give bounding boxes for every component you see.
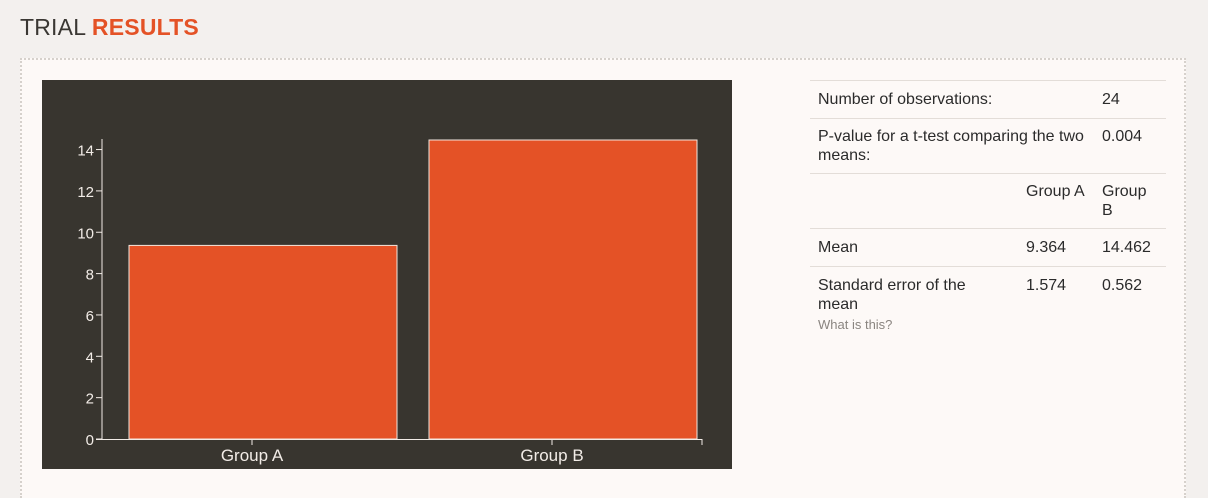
se-row: Standard error of the mean What is this?… bbox=[810, 266, 1166, 339]
group-header-row: Group A Group B bbox=[810, 173, 1166, 228]
x-tick-label: Group B bbox=[520, 446, 583, 465]
se-label: Standard error of the mean bbox=[818, 277, 966, 313]
mean-row: Mean 9.364 14.462 bbox=[810, 228, 1166, 266]
pvalue-value: 0.004 bbox=[1102, 128, 1143, 145]
se-group-b: 0.562 bbox=[1102, 277, 1143, 294]
mean-label: Mean bbox=[818, 239, 859, 256]
bar-chart: 0 2 4 6 8 10 12 14 Group A Group B bbox=[42, 80, 732, 469]
y-tick-label: 0 bbox=[86, 432, 94, 449]
y-tick-label: 4 bbox=[86, 349, 94, 366]
mean-group-b: 14.462 bbox=[1102, 239, 1151, 256]
mean-group-a: 9.364 bbox=[1026, 239, 1067, 256]
page-title-plain: TRIAL bbox=[20, 14, 86, 40]
y-tick-label: 6 bbox=[86, 308, 94, 325]
group-a-header: Group A bbox=[1026, 183, 1085, 200]
pvalue-label: P-value for a t-test comparing the two m… bbox=[818, 128, 1084, 164]
se-label-cell: Standard error of the mean What is this? bbox=[810, 276, 1018, 333]
group-header-spacer bbox=[810, 182, 1018, 220]
stats-table: Number of observations: 24 P-value for a… bbox=[810, 80, 1166, 339]
page-title-accent: RESULTS bbox=[91, 14, 199, 40]
observations-value: 24 bbox=[1102, 91, 1120, 108]
bar-chart-svg: 0 2 4 6 8 10 12 14 Group A Group B bbox=[77, 139, 703, 465]
y-tick-label: 10 bbox=[77, 225, 94, 242]
se-group-a: 1.574 bbox=[1026, 277, 1067, 294]
bar-group-b bbox=[428, 139, 698, 440]
observations-row: Number of observations: 24 bbox=[810, 80, 1166, 118]
y-tick-label: 8 bbox=[86, 267, 94, 284]
page-title: TRIAL RESULTS bbox=[20, 14, 199, 41]
bar-group-a bbox=[128, 244, 398, 440]
group-b-header: Group B bbox=[1102, 183, 1147, 219]
y-tick-label: 2 bbox=[86, 391, 94, 408]
y-tick-label: 12 bbox=[77, 184, 94, 201]
observations-label: Number of observations: bbox=[818, 91, 993, 108]
pvalue-row: P-value for a t-test comparing the two m… bbox=[810, 118, 1166, 173]
what-is-this-link[interactable]: What is this? bbox=[818, 317, 1010, 333]
y-tick-label: 14 bbox=[77, 143, 94, 160]
x-tick-label: Group A bbox=[221, 446, 284, 465]
